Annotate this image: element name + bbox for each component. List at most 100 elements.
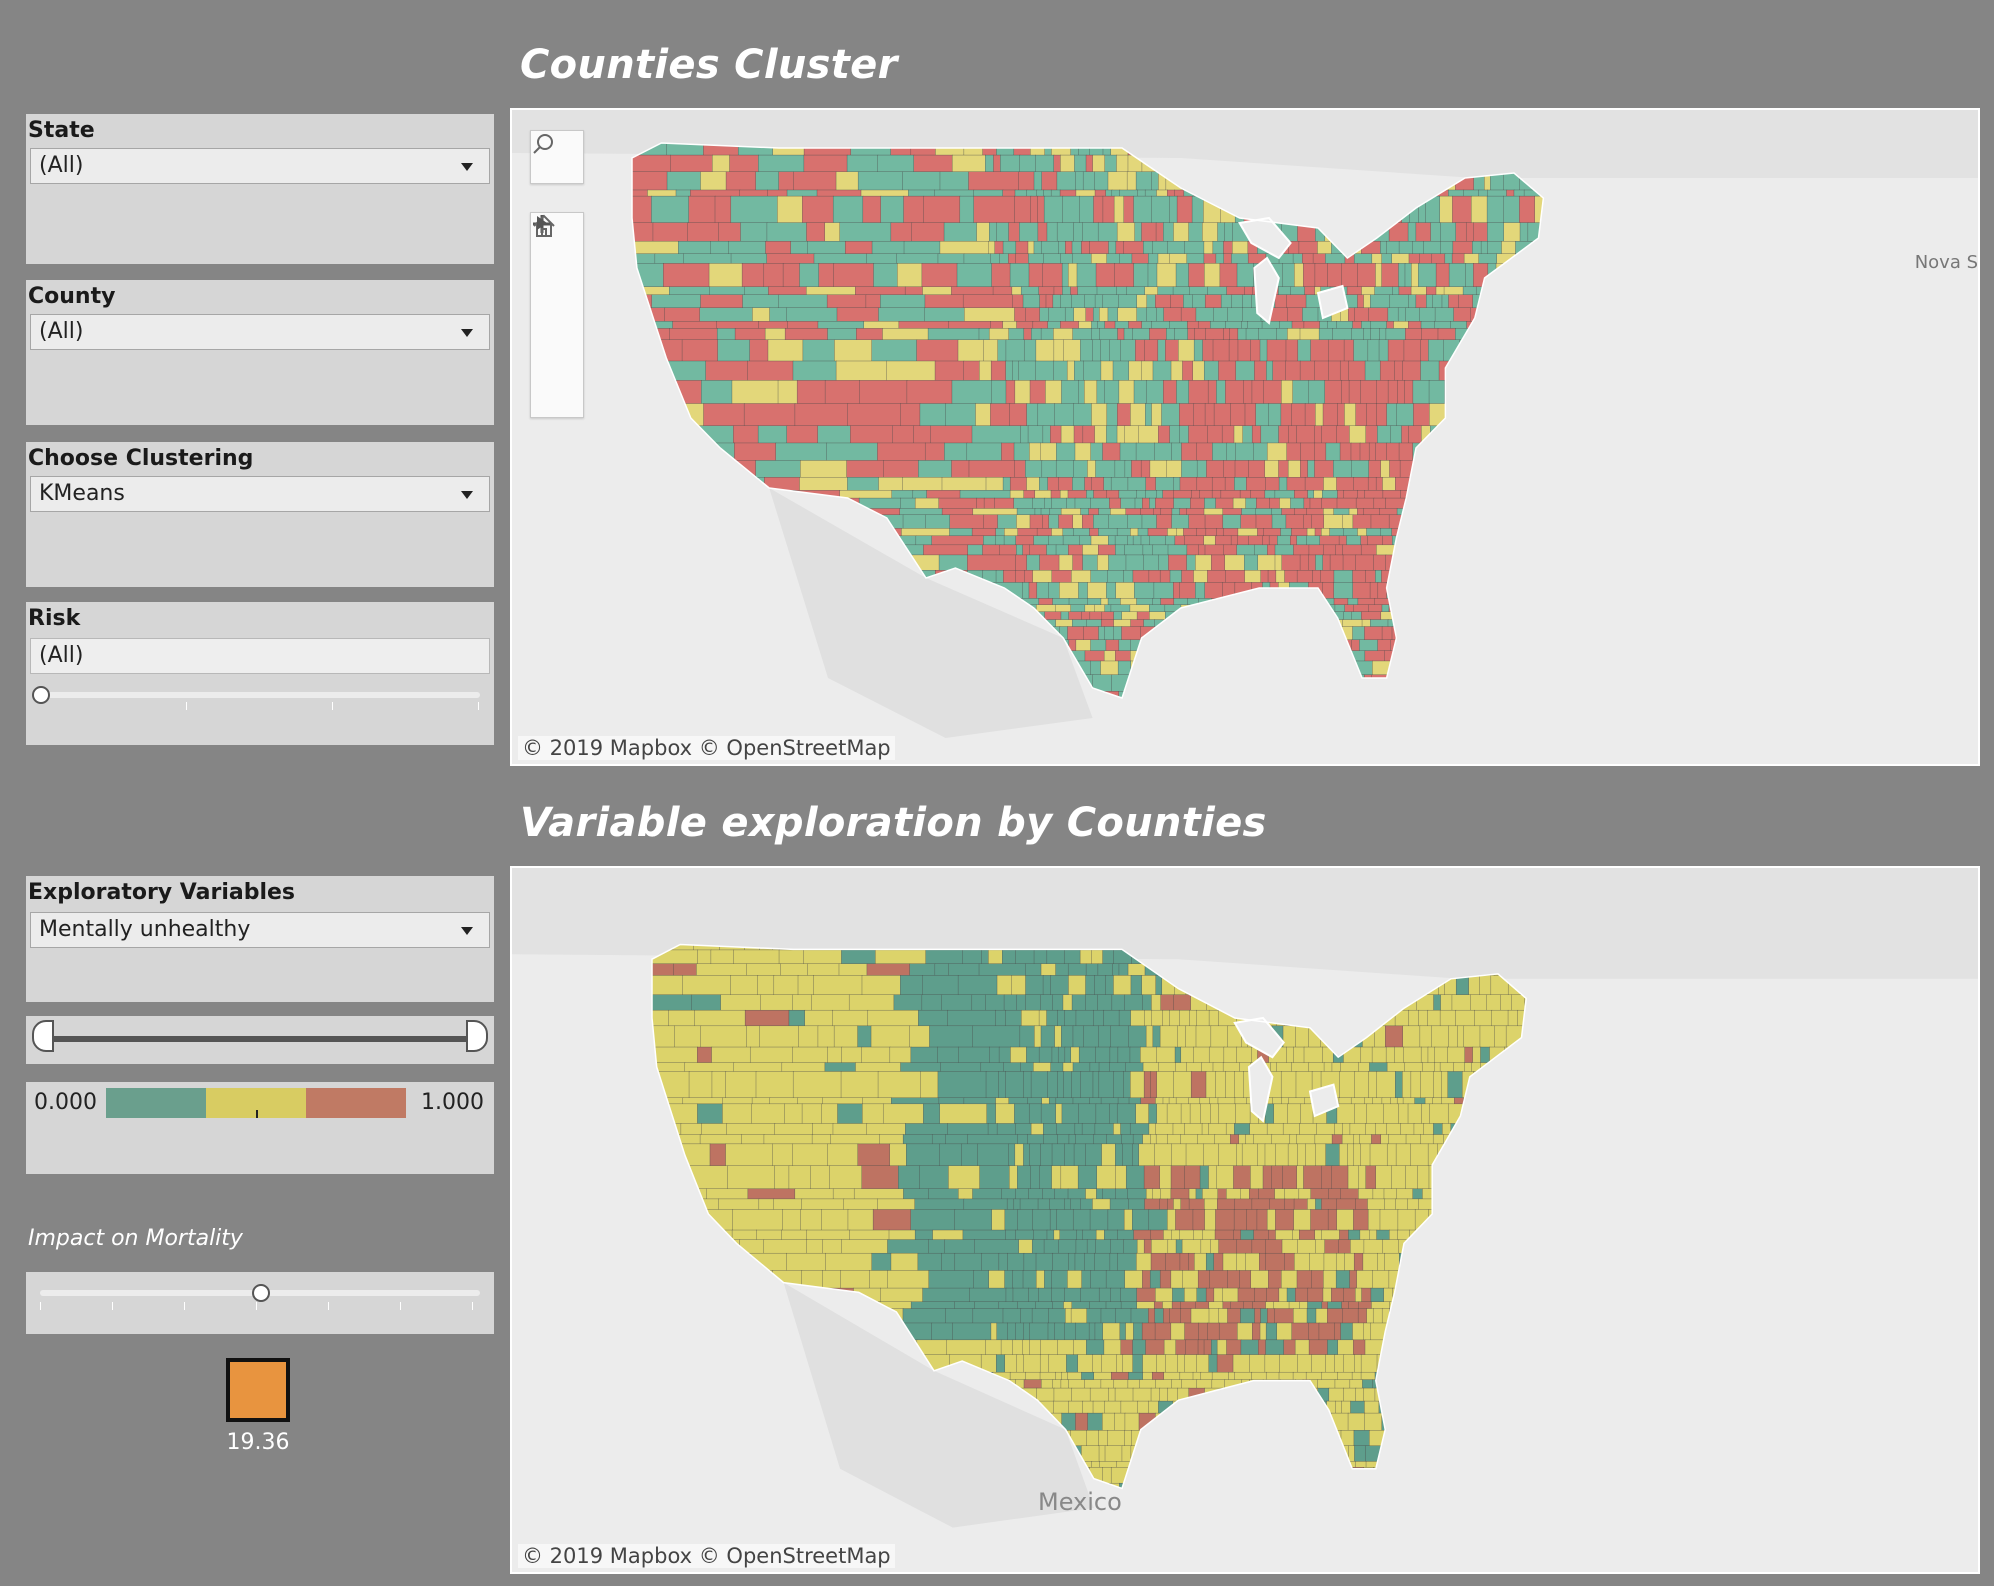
county-region: [1209, 1270, 1228, 1289]
cluster-map-canvas[interactable]: [512, 110, 1978, 764]
county-region: [1045, 294, 1054, 309]
county-region: [1004, 1209, 1019, 1231]
county-region: [810, 1165, 831, 1190]
range-max-handle[interactable]: [466, 1020, 488, 1052]
risk-value-box[interactable]: (All): [30, 638, 490, 674]
county-region: [1407, 1103, 1423, 1125]
impact-label: Impact on Mortality: [28, 1226, 243, 1251]
county-region: [1146, 307, 1157, 322]
county-region: [910, 1046, 939, 1064]
range-slider-track[interactable]: [46, 1036, 474, 1042]
county-region: [1337, 490, 1345, 499]
county-region: [1124, 1412, 1140, 1431]
county-region: [1267, 544, 1276, 556]
county-region: [1120, 598, 1138, 606]
county-dropdown[interactable]: (All): [30, 314, 490, 350]
county-region: [1315, 403, 1324, 427]
county-region: [1189, 286, 1209, 296]
county-region: [1364, 1097, 1374, 1105]
county-region: [1297, 1354, 1313, 1373]
county-region: [1257, 528, 1265, 537]
county-region: [1243, 1301, 1254, 1310]
county-region: [652, 975, 684, 996]
exploratory-variable-dropdown[interactable]: Mentally unhealthy: [30, 912, 490, 948]
county-region: [862, 1097, 892, 1105]
home-icon[interactable]: [531, 214, 583, 345]
county-region: [1090, 660, 1102, 676]
county-region: [1173, 490, 1192, 499]
variable-map[interactable]: Mexico © 2019 Mapbox © OpenStreetMap: [510, 866, 1980, 1574]
county-region: [1282, 1123, 1301, 1136]
county-region: [1180, 307, 1197, 322]
county-region: [1225, 570, 1246, 584]
county-region: [1321, 528, 1331, 537]
county-region: [1093, 1134, 1108, 1145]
county-region: [1353, 604, 1370, 613]
county-region: [1082, 1229, 1097, 1241]
county-region: [870, 1025, 911, 1048]
range-min-handle[interactable]: [32, 1020, 54, 1052]
county-region: [1134, 497, 1143, 510]
play-icon[interactable]: [531, 216, 583, 389]
county-region: [1325, 253, 1346, 265]
county-region: [1023, 1071, 1032, 1099]
county-region: [1343, 611, 1353, 621]
county-region: [1016, 514, 1031, 530]
county-region: [1223, 1046, 1238, 1064]
county-region: [1005, 339, 1025, 362]
variable-map-canvas[interactable]: [512, 868, 1978, 1572]
county-region: [1503, 195, 1521, 224]
county-region: [1348, 1301, 1360, 1310]
county-region: [1353, 1430, 1370, 1447]
county-region: [1325, 1143, 1340, 1167]
county-region: [1073, 1339, 1087, 1356]
county-region: [1170, 294, 1184, 309]
county-region: [1292, 380, 1310, 405]
county-region: [668, 1009, 696, 1027]
county-region: [1387, 307, 1399, 322]
county-region: [1132, 570, 1150, 584]
county-region: [1275, 1229, 1294, 1241]
map-attribution[interactable]: © 2019 Mapbox © OpenStreetMap: [518, 736, 895, 760]
county-region: [900, 403, 921, 427]
county-region: [998, 1252, 1009, 1272]
risk-slider-handle[interactable]: [32, 686, 50, 704]
county-region: [1124, 544, 1144, 556]
county-region: [1216, 528, 1224, 537]
county-region: [1347, 598, 1359, 606]
county-region: [1271, 1134, 1291, 1145]
county-region: [1194, 1252, 1207, 1272]
county-region: [822, 1097, 864, 1105]
county-region: [732, 1209, 783, 1231]
county-region: [1352, 1322, 1365, 1341]
county-region: [931, 1134, 947, 1145]
county-region: [1053, 339, 1064, 362]
county-region: [1089, 528, 1099, 537]
county-region: [1082, 544, 1099, 556]
county-region: [1280, 403, 1293, 427]
county-region: [995, 1009, 1007, 1027]
county-region: [1314, 1229, 1323, 1241]
county-region: [1052, 994, 1064, 1011]
map-search-control[interactable]: [530, 130, 584, 184]
county-region: [1363, 328, 1372, 341]
county-region: [1092, 1198, 1111, 1211]
zoom-out-icon[interactable]: [531, 222, 583, 301]
search-icon[interactable]: [531, 131, 583, 183]
county-region: [1354, 1354, 1362, 1373]
cluster-map[interactable]: Nova S © 2019 Mapbox © OpenStreetMap: [510, 108, 1980, 766]
county-region: [1377, 1252, 1386, 1272]
risk-slider-track[interactable]: [40, 692, 480, 698]
county-region: [1042, 425, 1051, 444]
county-region: [1400, 1123, 1415, 1136]
county-region: [1179, 1252, 1190, 1272]
county-region: [1343, 339, 1355, 362]
impact-slider-handle[interactable]: [252, 1284, 270, 1302]
county-region: [1151, 195, 1170, 224]
county-region: [1334, 604, 1346, 613]
county-region: [1033, 171, 1043, 191]
county-region: [891, 490, 914, 499]
state-dropdown[interactable]: (All): [30, 148, 490, 184]
clustering-dropdown[interactable]: KMeans: [30, 476, 490, 512]
county-region: [1312, 253, 1327, 265]
